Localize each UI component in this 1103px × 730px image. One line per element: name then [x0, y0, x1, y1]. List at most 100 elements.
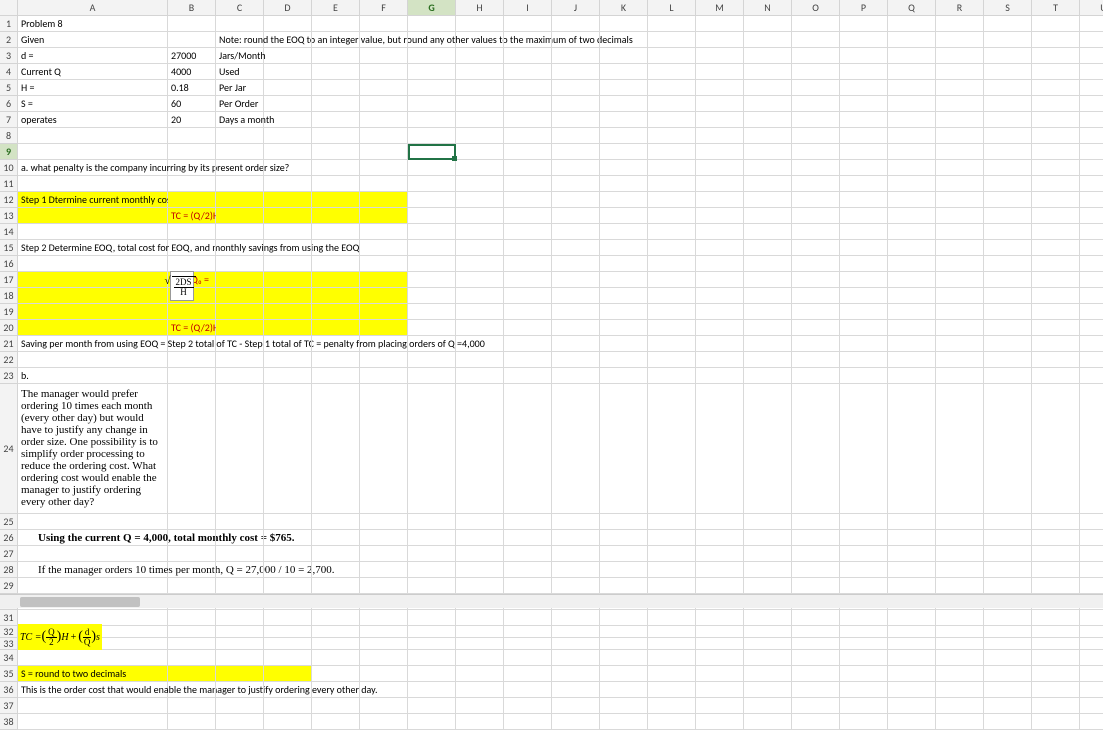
cell-U1[interactable]: [1080, 16, 1103, 32]
col-header-Q[interactable]: Q: [888, 0, 936, 16]
cell-J29[interactable]: [552, 578, 600, 594]
cell-E23[interactable]: [312, 368, 360, 384]
cell-U25[interactable]: [1080, 514, 1103, 530]
cell-U33[interactable]: [1080, 638, 1103, 650]
cell-C36[interactable]: [216, 682, 264, 698]
cell-R22[interactable]: [936, 352, 984, 368]
row-header-10[interactable]: 10: [0, 160, 18, 176]
cell-T10[interactable]: [1032, 160, 1080, 176]
cell-E24[interactable]: [312, 384, 360, 514]
cell-P20[interactable]: [840, 320, 888, 336]
cell-N19[interactable]: [744, 304, 792, 320]
cell-H24[interactable]: [456, 384, 504, 514]
cell-T25[interactable]: [1032, 514, 1080, 530]
cell-H32[interactable]: [456, 626, 504, 638]
cell-S37[interactable]: [984, 698, 1032, 714]
cell-K2[interactable]: [600, 32, 648, 48]
cell-B9[interactable]: [168, 144, 216, 160]
cell-F6[interactable]: [360, 96, 408, 112]
cell-F20[interactable]: [360, 320, 408, 336]
cell-C10[interactable]: [216, 160, 264, 176]
cell-H17[interactable]: [456, 272, 504, 288]
cell-L13[interactable]: [648, 208, 696, 224]
cell-P16[interactable]: [840, 256, 888, 272]
cell-T8[interactable]: [1032, 128, 1080, 144]
cell-H23[interactable]: [456, 368, 504, 384]
cell-T3[interactable]: [1032, 48, 1080, 64]
cell-J36[interactable]: [552, 682, 600, 698]
cell-M3[interactable]: [696, 48, 744, 64]
row-header-23[interactable]: 23: [0, 368, 18, 384]
row-header-1[interactable]: 1: [0, 16, 18, 32]
cell-R24[interactable]: [936, 384, 984, 514]
cell-Q36[interactable]: [888, 682, 936, 698]
cell-U31[interactable]: [1080, 610, 1103, 626]
cell-M37[interactable]: [696, 698, 744, 714]
cell-I5[interactable]: [504, 80, 552, 96]
cell-O2[interactable]: [792, 32, 840, 48]
cell-D16[interactable]: [264, 256, 312, 272]
row-header-11[interactable]: 11: [0, 176, 18, 192]
cell-S14[interactable]: [984, 224, 1032, 240]
cell-O6[interactable]: [792, 96, 840, 112]
row-header-9[interactable]: 9: [0, 144, 18, 160]
cell-H34[interactable]: [456, 650, 504, 666]
cell-Q7[interactable]: [888, 112, 936, 128]
cell-S31[interactable]: [984, 610, 1032, 626]
cell-B24[interactable]: [168, 384, 216, 514]
cell-P3[interactable]: [840, 48, 888, 64]
cell-G9[interactable]: [408, 144, 456, 160]
cell-J13[interactable]: [552, 208, 600, 224]
cell-K38[interactable]: [600, 714, 648, 730]
cell-C18[interactable]: [216, 288, 264, 304]
cell-H26[interactable]: [456, 530, 504, 546]
cell-K31[interactable]: [600, 610, 648, 626]
cell-I14[interactable]: [504, 224, 552, 240]
cell-D1[interactable]: [264, 16, 312, 32]
cell-G1[interactable]: [408, 16, 456, 32]
cell-E11[interactable]: [312, 176, 360, 192]
cell-U17[interactable]: [1080, 272, 1103, 288]
cell-I4[interactable]: [504, 64, 552, 80]
cell-P8[interactable]: [840, 128, 888, 144]
cell-G17[interactable]: [408, 272, 456, 288]
cell-Q12[interactable]: [888, 192, 936, 208]
cell-K35[interactable]: [600, 666, 648, 682]
row-header-4[interactable]: 4: [0, 64, 18, 80]
cell-D19[interactable]: [264, 304, 312, 320]
cell-E7[interactable]: [312, 112, 360, 128]
cell-C25[interactable]: [216, 514, 264, 530]
cell-H9[interactable]: [456, 144, 504, 160]
row-header-12[interactable]: 12: [0, 192, 18, 208]
cell-C7[interactable]: Days a month: [216, 112, 264, 128]
cell-K4[interactable]: [600, 64, 648, 80]
cell-C37[interactable]: [216, 698, 264, 714]
cell-K12[interactable]: [600, 192, 648, 208]
cell-C14[interactable]: [216, 224, 264, 240]
cell-B8[interactable]: [168, 128, 216, 144]
cell-O15[interactable]: [792, 240, 840, 256]
cell-U4[interactable]: [1080, 64, 1103, 80]
cell-J35[interactable]: [552, 666, 600, 682]
cell-T20[interactable]: [1032, 320, 1080, 336]
cell-S6[interactable]: [984, 96, 1032, 112]
cell-B37[interactable]: [168, 698, 216, 714]
cell-D35[interactable]: [264, 666, 312, 682]
cell-A2[interactable]: Given: [18, 32, 168, 48]
cell-O3[interactable]: [792, 48, 840, 64]
cell-O29[interactable]: [792, 578, 840, 594]
cell-Q2[interactable]: [888, 32, 936, 48]
cell-N17[interactable]: [744, 272, 792, 288]
cell-D34[interactable]: [264, 650, 312, 666]
cell-S15[interactable]: [984, 240, 1032, 256]
cell-N23[interactable]: [744, 368, 792, 384]
cell-I10[interactable]: [504, 160, 552, 176]
cell-G4[interactable]: [408, 64, 456, 80]
cell-Q25[interactable]: [888, 514, 936, 530]
cell-H20[interactable]: [456, 320, 504, 336]
cell-A20[interactable]: [18, 320, 168, 336]
cell-D22[interactable]: [264, 352, 312, 368]
cell-Q31[interactable]: [888, 610, 936, 626]
cell-G36[interactable]: [408, 682, 456, 698]
cell-C21[interactable]: [216, 336, 264, 352]
